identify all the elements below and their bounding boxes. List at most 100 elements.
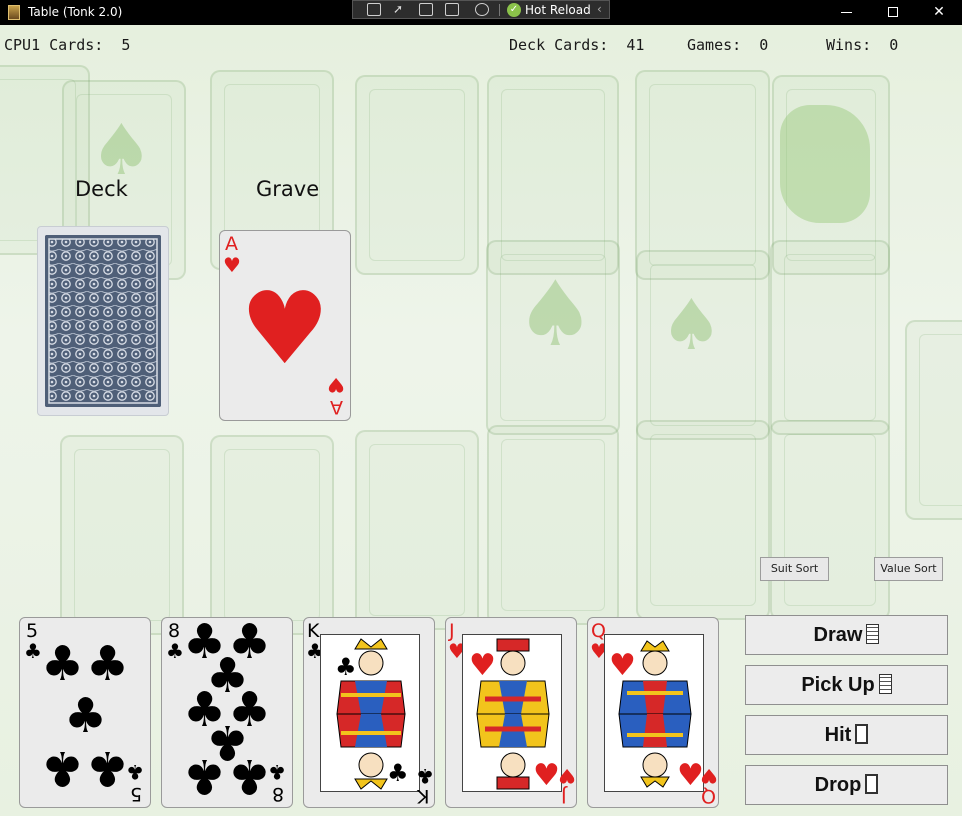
- card-rank: Q: [701, 785, 716, 807]
- deck-label: Deck: [75, 177, 128, 201]
- bg-card-shape: [487, 425, 619, 625]
- queen-figure-icon: ♥ ♥: [605, 635, 703, 791]
- card-rank: 5: [130, 783, 143, 805]
- hit-label: Hit: [824, 724, 852, 746]
- grave-label: Grave: [256, 177, 320, 201]
- bg-card-shape: [355, 430, 479, 630]
- heart-icon: ♥: [327, 373, 345, 397]
- pick-up-button[interactable]: Pick Up: [745, 665, 948, 705]
- bg-card-shape: [635, 70, 770, 280]
- select-element-icon[interactable]: ➚: [393, 3, 407, 16]
- value-sort-button[interactable]: Value Sort: [874, 557, 943, 581]
- king-figure-icon: ♣ ♣: [321, 635, 419, 791]
- jack-figure-icon: ♥ ♥: [463, 635, 561, 792]
- binding-failures-icon[interactable]: [475, 3, 489, 16]
- heart-icon: ♥: [558, 764, 576, 788]
- card-rank: 8: [272, 783, 285, 805]
- club-icon: ♣: [86, 636, 130, 692]
- hot-reload-check-icon: ✓: [507, 3, 521, 17]
- app-icon: [8, 5, 20, 20]
- minimize-icon: [841, 12, 852, 13]
- card-rank: J: [561, 785, 567, 807]
- card-drop-icon: [865, 774, 879, 794]
- club-icon: ♣: [24, 639, 42, 663]
- svg-text:♣: ♣: [335, 653, 357, 681]
- bg-blob-shape: [780, 105, 870, 223]
- deck-pile[interactable]: [37, 226, 169, 416]
- title-bar: Table (Tonk 2.0) ➚ ✓ Hot Reload ‹ ✕: [0, 0, 962, 25]
- svg-text:♥: ♥: [609, 648, 636, 683]
- card-back-pattern: [45, 235, 161, 407]
- svg-text:♣: ♣: [387, 759, 409, 787]
- card-rank: K: [417, 785, 430, 807]
- minimize-button[interactable]: [824, 0, 870, 25]
- hand-card[interactable]: 8 ♣ ♣ ♣ ♣ ♣ ♣ ♣ ♣ ♣ ♣ 8: [161, 617, 293, 808]
- wins-count: Wins: 0: [826, 36, 899, 54]
- bg-card-shape: [210, 435, 334, 635]
- cpu-cards-count: CPU1 Cards: 5: [4, 36, 131, 54]
- bg-card-shape: [770, 420, 890, 620]
- live-visual-tree-icon[interactable]: [367, 3, 381, 16]
- heart-icon: ♥: [240, 270, 330, 387]
- drop-label: Drop: [814, 774, 862, 796]
- games-count: Games: 0: [687, 36, 769, 54]
- club-icon: ♣: [86, 740, 130, 796]
- xaml-devtools-toolbar: ➚ ✓ Hot Reload ‹: [352, 0, 610, 19]
- collapse-toolbar-icon[interactable]: ‹: [597, 2, 602, 16]
- card-hit-icon: [855, 724, 869, 744]
- bg-spade-icon: ♠: [90, 109, 153, 191]
- club-icon: ♣: [126, 760, 144, 784]
- drop-button[interactable]: Drop: [745, 765, 948, 805]
- card-rank: J: [449, 620, 455, 642]
- club-icon: ♣: [64, 688, 108, 744]
- club-icon: ♣: [41, 636, 85, 692]
- card-rank: A: [330, 396, 343, 418]
- track-focus-icon[interactable]: [445, 3, 459, 16]
- pick-up-label: Pick Up: [801, 674, 875, 696]
- hot-reload-label[interactable]: Hot Reload: [525, 3, 591, 17]
- bg-card-shape: [905, 320, 962, 520]
- club-icon: ♣: [416, 764, 434, 788]
- deck-cards-count: Deck Cards: 41: [509, 36, 645, 54]
- draw-label: Draw: [813, 624, 863, 646]
- bg-card-shape: [355, 75, 479, 275]
- club-icon: ♣: [228, 748, 272, 804]
- window-title: Table (Tonk 2.0): [28, 5, 123, 19]
- bg-spade-icon: ♠: [515, 262, 596, 367]
- jack-portrait: ♥ ♥: [462, 634, 562, 792]
- card-rank: A: [225, 233, 238, 255]
- close-button[interactable]: ✕: [916, 0, 962, 25]
- card-stack-icon: [866, 624, 880, 644]
- display-adorners-icon[interactable]: [419, 3, 433, 16]
- toolbar-divider: [499, 4, 500, 16]
- club-icon: ♣: [268, 760, 286, 784]
- maximize-button[interactable]: [870, 0, 916, 25]
- heart-icon: ♥: [223, 253, 241, 277]
- svg-text:♥: ♥: [533, 758, 560, 792]
- suit-sort-button[interactable]: Suit Sort: [760, 557, 829, 581]
- maximize-icon: [888, 7, 898, 17]
- king-portrait: ♣ ♣: [320, 634, 420, 792]
- card-stack-icon: [878, 674, 892, 694]
- svg-text:♥: ♥: [469, 648, 496, 683]
- bg-spade-icon: ♠: [660, 284, 723, 366]
- bg-card-shape: [60, 435, 184, 635]
- card-rank: K: [307, 620, 320, 642]
- grave-top-card[interactable]: A ♥ ♥ ♥ A: [219, 230, 351, 421]
- card-back-ornament: [45, 235, 161, 407]
- card-rank: 5: [26, 620, 39, 642]
- card-rank: 8: [168, 620, 181, 642]
- draw-button[interactable]: Draw: [745, 615, 948, 655]
- bg-card-shape: [636, 420, 770, 620]
- club-icon: ♣: [166, 639, 184, 663]
- hit-button[interactable]: Hit: [745, 715, 948, 755]
- queen-portrait: ♥ ♥: [604, 634, 704, 792]
- heart-icon: ♥: [700, 764, 718, 788]
- hand-card[interactable]: K ♣ ♣ ♣ ♣ K: [303, 617, 435, 808]
- bg-card-shape: [770, 240, 890, 435]
- club-icon: ♣: [183, 748, 227, 804]
- club-icon: ♣: [41, 740, 85, 796]
- hand-card[interactable]: J ♥ ♥ ♥ ♥ J: [445, 617, 577, 808]
- hand-card[interactable]: Q ♥ ♥ ♥ ♥ Q: [587, 617, 719, 808]
- hand-card[interactable]: 5 ♣ ♣ ♣ ♣ ♣ ♣ ♣ 5: [19, 617, 151, 808]
